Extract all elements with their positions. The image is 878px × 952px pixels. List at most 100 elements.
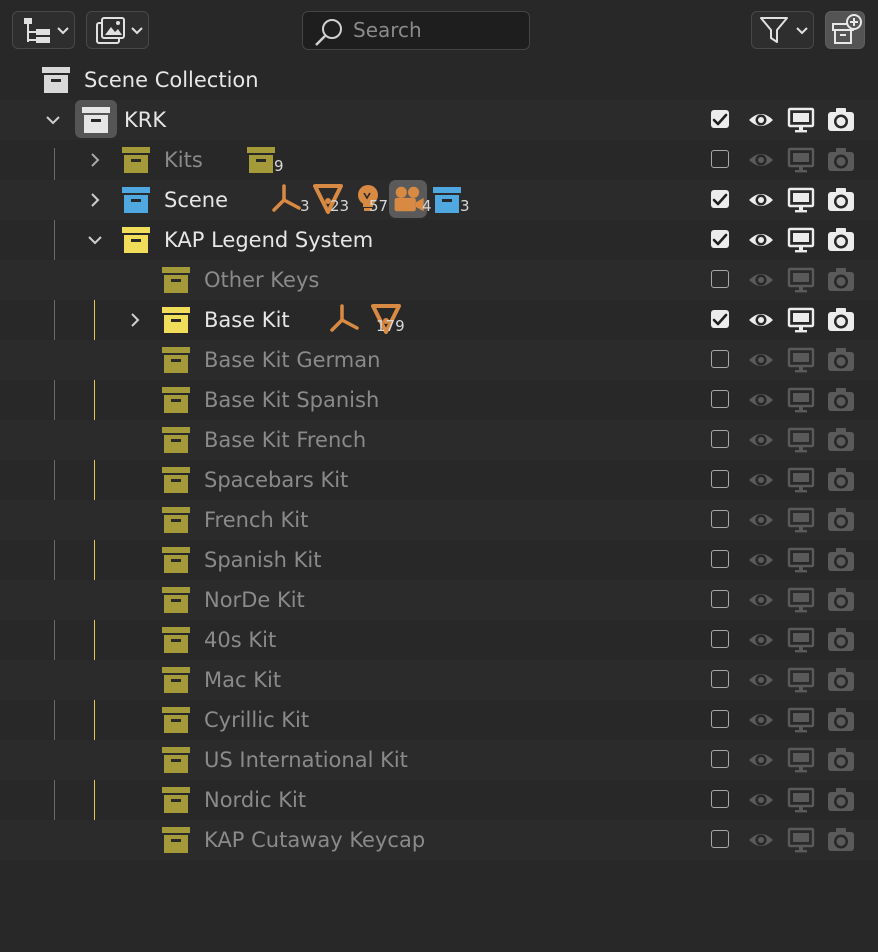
eye-icon[interactable] [747, 226, 775, 254]
exclude-checkbox[interactable] [711, 270, 729, 288]
monitor-icon[interactable] [787, 306, 815, 334]
search-field[interactable] [302, 11, 530, 50]
camera-icon[interactable] [827, 106, 855, 134]
monitor-icon[interactable] [787, 786, 815, 814]
eye-icon[interactable] [747, 786, 775, 814]
eye-icon[interactable] [747, 546, 775, 574]
camera-icon[interactable] [827, 266, 855, 294]
camera-icon[interactable] [827, 146, 855, 174]
monitor-icon[interactable] [787, 186, 815, 214]
camera-icon[interactable] [827, 186, 855, 214]
exclude-checkbox[interactable] [711, 190, 729, 208]
eye-icon[interactable] [747, 466, 775, 494]
tree-row-spacebars-kit[interactable]: Spacebars Kit [0, 460, 878, 500]
exclude-checkbox[interactable] [711, 590, 729, 608]
eye-icon[interactable] [747, 146, 775, 174]
tree-row-base-kit-french[interactable]: Base Kit French [0, 420, 878, 460]
eye-icon[interactable] [747, 506, 775, 534]
exclude-checkbox[interactable] [711, 150, 729, 168]
exclude-checkbox[interactable] [711, 550, 729, 568]
camera-icon[interactable] [827, 426, 855, 454]
tree-row-us-international-kit[interactable]: US International Kit [0, 740, 878, 780]
monitor-icon[interactable] [787, 826, 815, 854]
tree-row-base-kit-spanish[interactable]: Base Kit Spanish [0, 380, 878, 420]
tree-row-mac-kit[interactable]: Mac Kit [0, 660, 878, 700]
tree-row-scene-collection[interactable]: Scene Collection [0, 60, 878, 100]
tree-row-french-kit[interactable]: French Kit [0, 500, 878, 540]
monitor-icon[interactable] [787, 426, 815, 454]
chevron-down-icon[interactable] [86, 230, 104, 250]
camera-icon[interactable] [827, 506, 855, 534]
exclude-checkbox[interactable] [711, 430, 729, 448]
monitor-icon[interactable] [787, 546, 815, 574]
tree-row-kap-legend-system[interactable]: KAP Legend System [0, 220, 878, 260]
tree-row-cyrillic-kit[interactable]: Cyrillic Kit [0, 700, 878, 740]
eye-icon[interactable] [747, 706, 775, 734]
tree-row-base-kit-german[interactable]: Base Kit German [0, 340, 878, 380]
exclude-checkbox[interactable] [711, 510, 729, 528]
exclude-checkbox[interactable] [711, 630, 729, 648]
chevron-down-icon[interactable] [44, 110, 62, 130]
tree-row-base-kit[interactable]: Base Kit 179 [0, 300, 878, 340]
eye-icon[interactable] [747, 426, 775, 454]
exclude-checkbox[interactable] [711, 670, 729, 688]
exclude-checkbox[interactable] [711, 230, 729, 248]
monitor-icon[interactable] [787, 626, 815, 654]
eye-icon[interactable] [747, 746, 775, 774]
monitor-icon[interactable] [787, 746, 815, 774]
filter-dropdown[interactable] [751, 11, 814, 49]
tree-row-krk[interactable]: KRK [0, 100, 878, 140]
camera-icon[interactable] [827, 466, 855, 494]
monitor-icon[interactable] [787, 346, 815, 374]
tree-row-kap-cutaway-keycap[interactable]: KAP Cutaway Keycap [0, 820, 878, 860]
monitor-icon[interactable] [787, 666, 815, 694]
monitor-icon[interactable] [787, 386, 815, 414]
camera-icon[interactable] [827, 626, 855, 654]
tree-row-spanish-kit[interactable]: Spanish Kit [0, 540, 878, 580]
monitor-icon[interactable] [787, 106, 815, 134]
monitor-icon[interactable] [787, 586, 815, 614]
eye-icon[interactable] [747, 826, 775, 854]
eye-icon[interactable] [747, 586, 775, 614]
camera-icon[interactable] [827, 226, 855, 254]
display-mode-dropdown[interactable] [12, 11, 75, 49]
monitor-icon[interactable] [787, 466, 815, 494]
tree-row-other-keys[interactable]: Other Keys [0, 260, 878, 300]
new-collection-button[interactable] [825, 11, 865, 49]
exclude-checkbox[interactable] [711, 310, 729, 328]
monitor-icon[interactable] [787, 706, 815, 734]
camera-icon[interactable] [827, 306, 855, 334]
chevron-right-icon[interactable] [86, 150, 104, 170]
eye-icon[interactable] [747, 626, 775, 654]
exclude-checkbox[interactable] [711, 750, 729, 768]
eye-icon[interactable] [747, 346, 775, 374]
camera-icon[interactable] [827, 826, 855, 854]
eye-icon[interactable] [747, 306, 775, 334]
exclude-checkbox[interactable] [711, 710, 729, 728]
chevron-right-icon[interactable] [126, 310, 144, 330]
tree-row-nordic-kit[interactable]: Nordic Kit [0, 780, 878, 820]
eye-icon[interactable] [747, 666, 775, 694]
search-input[interactable] [353, 16, 523, 44]
exclude-checkbox[interactable] [711, 110, 729, 128]
camera-icon[interactable] [827, 746, 855, 774]
tree-row-norde-kit[interactable]: NorDe Kit [0, 580, 878, 620]
tree-row-40s-kit[interactable]: 40s Kit [0, 620, 878, 660]
exclude-checkbox[interactable] [711, 790, 729, 808]
camera-icon[interactable] [827, 346, 855, 374]
view-layer-dropdown[interactable] [86, 11, 149, 49]
camera-icon[interactable] [827, 586, 855, 614]
exclude-checkbox[interactable] [711, 830, 729, 848]
monitor-icon[interactable] [787, 266, 815, 294]
exclude-checkbox[interactable] [711, 350, 729, 368]
tree-row-scene[interactable]: Scene 3 23 57 4 3 [0, 180, 878, 220]
exclude-checkbox[interactable] [711, 390, 729, 408]
camera-icon[interactable] [827, 706, 855, 734]
eye-icon[interactable] [747, 106, 775, 134]
camera-icon[interactable] [827, 386, 855, 414]
exclude-checkbox[interactable] [711, 470, 729, 488]
tree-row-kits[interactable]: Kits 9 [0, 140, 878, 180]
monitor-icon[interactable] [787, 506, 815, 534]
monitor-icon[interactable] [787, 146, 815, 174]
chevron-right-icon[interactable] [86, 190, 104, 210]
